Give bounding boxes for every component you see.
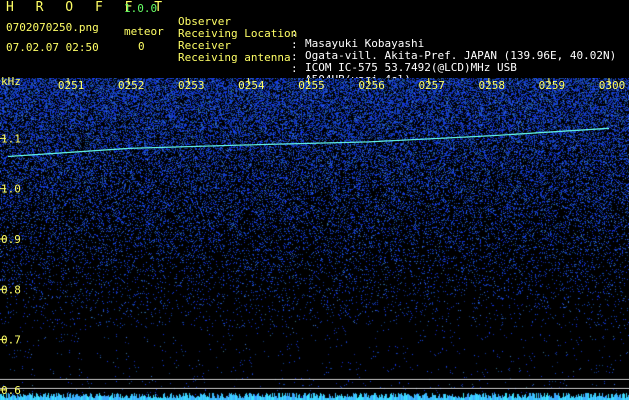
app-version: 1.0.0 <box>124 2 158 15</box>
x-tick-label: 0256 <box>358 79 385 92</box>
x-tick-label: 0259 <box>539 79 566 92</box>
y-axis-label: kHz <box>1 75 21 88</box>
date-time: 07.02.07 02:50 <box>6 41 99 54</box>
info-row-location: Receiving Location : Ogata-vill. Akita-P… <box>178 17 616 61</box>
info-colon: : <box>291 62 298 75</box>
info-key: Receiving antenna <box>178 51 291 64</box>
y-tick-label: 0.9 <box>1 233 21 246</box>
y-tick-label: 0.7 <box>1 334 21 347</box>
x-tick-label: 0255 <box>298 79 325 92</box>
info-row-receiver: Receiver : ICOM IC-575 53.7492(@LCD)MHz … <box>178 29 517 73</box>
info-row-observer: Observer : Masayuki Kobayashi <box>178 5 424 49</box>
info-value: Masayuki Kobayashi <box>305 37 425 50</box>
info-value: Ogata-vill. Akita-Pref. JAPAN (139.96E, … <box>305 49 617 62</box>
x-tick-label: 0253 <box>178 79 205 92</box>
spectrogram-overlay: 1.1 1.0 0.9 0.8 0.7 0.6 0251 0252 0253 0254 0255 02… <box>0 78 629 397</box>
file-name: 0702070250.png <box>6 21 99 34</box>
y-tick-label: 1.1 <box>1 132 21 145</box>
y-tick-label: 1.0 <box>1 183 21 196</box>
x-tick-label: 0254 <box>238 79 265 92</box>
x-tick-label: 0258 <box>479 79 506 92</box>
x-tick-label: 0252 <box>118 79 145 92</box>
x-tick-label: 0300 <box>599 79 626 92</box>
info-colon: : <box>291 50 298 63</box>
info-key: Receiving Location <box>178 27 298 40</box>
info-colon: : <box>291 38 298 51</box>
info-value: ICOM IC-575 53.7492(@LCD)MHz USB <box>305 61 517 74</box>
spectrogram: 1.1 1.0 0.9 0.8 0.7 0.6 0251 0252 0253 0254 0255 02… <box>0 78 629 400</box>
x-tick-label: 0257 <box>418 79 445 92</box>
meteor-label: meteor <box>124 25 164 38</box>
x-tick-label: 0251 <box>58 79 85 92</box>
y-tick-label: 0.6 <box>1 384 21 397</box>
meteor-trace-line <box>7 127 610 158</box>
y-tick-label: 0.8 <box>1 283 21 296</box>
info-row-antenna: Receiving antenna : A504HB(yagi 4el) <box>178 41 411 85</box>
meteor-count: 0 <box>138 40 145 53</box>
